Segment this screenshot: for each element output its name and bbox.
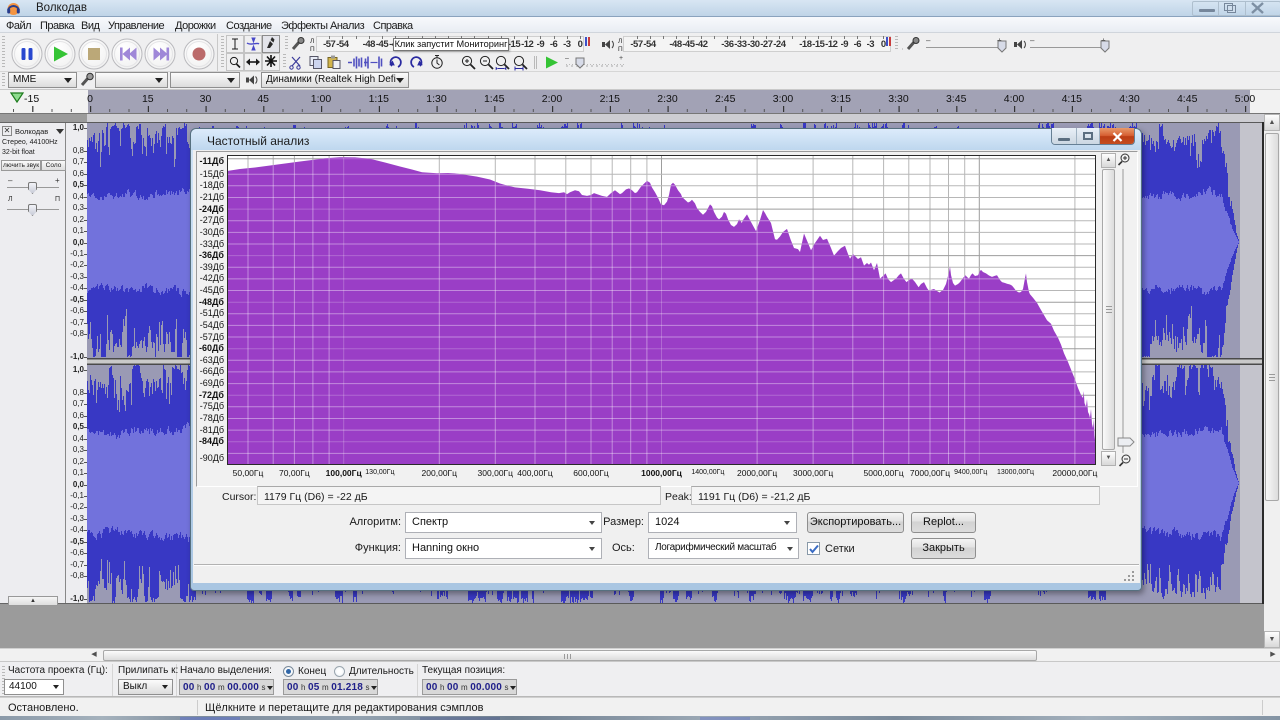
svg-text:Л: Л: [618, 38, 622, 45]
svg-text:–: –: [1030, 36, 1035, 45]
svg-text:–: –: [565, 55, 569, 62]
svg-text:+: +: [619, 55, 623, 62]
svg-text:–: –: [926, 36, 931, 45]
svg-text:Л: Л: [310, 38, 314, 45]
svg-text:П: П: [310, 46, 315, 53]
